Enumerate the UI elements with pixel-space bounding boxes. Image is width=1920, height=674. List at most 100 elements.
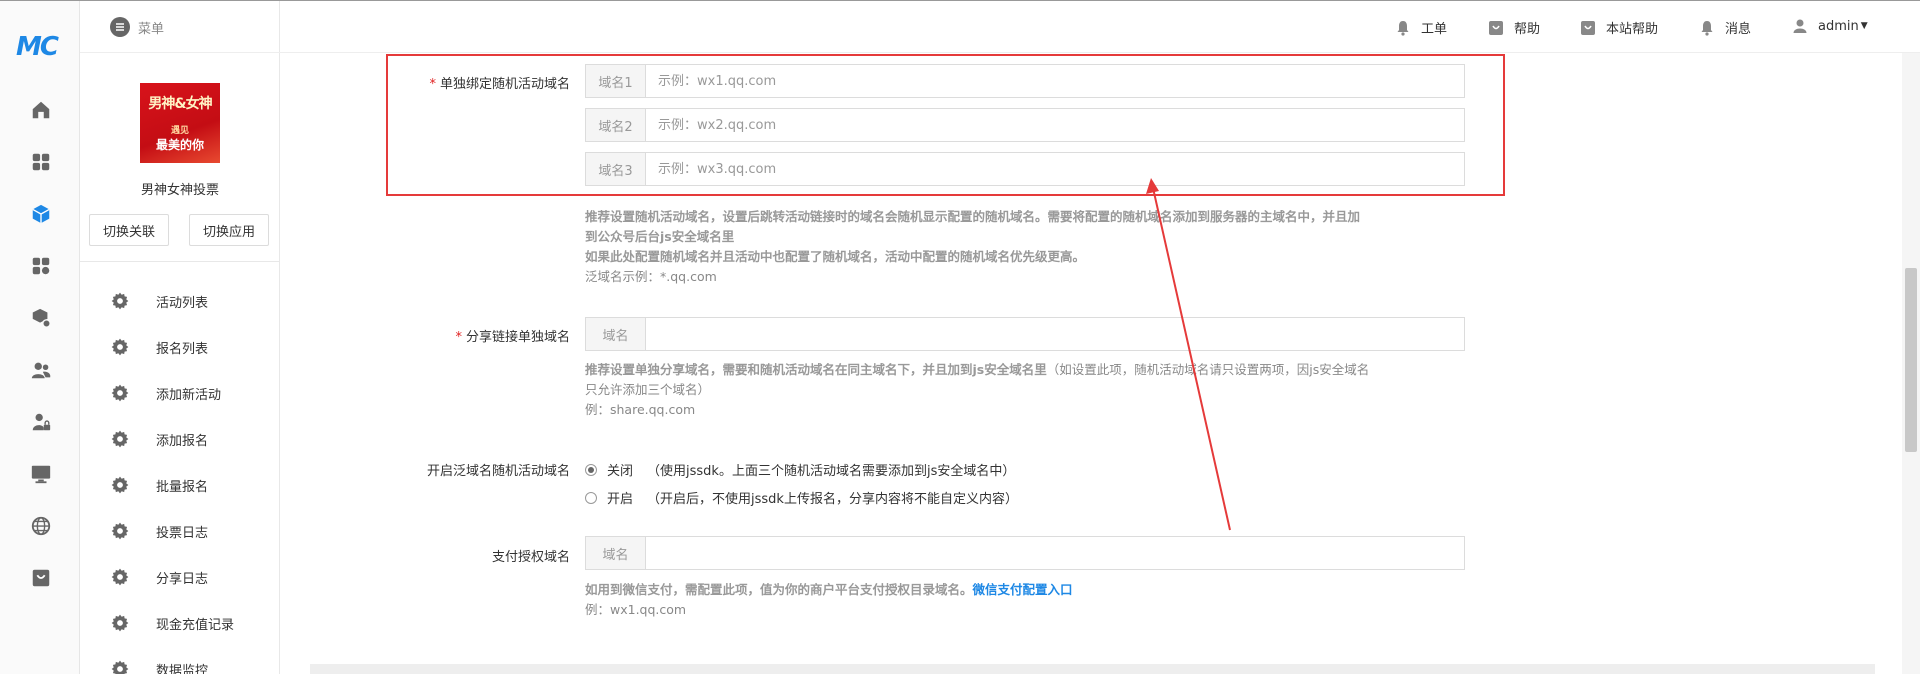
user-menu[interactable]: admin ▼ bbox=[1792, 18, 1868, 34]
gear-icon bbox=[111, 338, 129, 356]
gear-icon bbox=[111, 384, 129, 402]
wildcard-on-label: 开启 bbox=[607, 492, 634, 507]
wildcard-label: 开启泛域名随机活动域名 bbox=[426, 464, 570, 479]
gear-icon bbox=[111, 476, 129, 494]
site-help-bag-icon bbox=[1581, 20, 1595, 35]
sidebar-item-label: 添加新活动 bbox=[156, 387, 222, 403]
messages-link[interactable]: 消息 bbox=[1699, 18, 1751, 37]
switch-app-button[interactable]: 切换应用 bbox=[189, 214, 269, 246]
random-domain-1-input[interactable] bbox=[646, 65, 1464, 97]
wildcard-off-radio[interactable]: 关闭 （使用jssdk。上面三个随机活动域名需要添加到js安全域名中） bbox=[585, 460, 1015, 479]
home-icon[interactable] bbox=[22, 91, 60, 129]
pay-domain-input[interactable] bbox=[646, 537, 1464, 569]
domain-2-addon: 域名2 bbox=[586, 109, 646, 141]
sidebar-item[interactable]: 投票日志 bbox=[110, 513, 280, 549]
sidebar-item[interactable]: 分享日志 bbox=[110, 559, 280, 595]
icon-rail: MC bbox=[0, 1, 80, 674]
menu-list-icon bbox=[110, 17, 130, 37]
thumb-title: 男神&女神 bbox=[148, 96, 212, 112]
app-window: MC 菜单 男神&女神 遇见 最美的你 男神女神投票 切换关联 切换应用 活动列… bbox=[0, 0, 1920, 674]
ticket-link[interactable]: 工单 bbox=[1395, 18, 1447, 37]
monitor-icon[interactable] bbox=[22, 455, 60, 493]
wildcard-on-radio[interactable]: 开启 （开启后，不使用jssdk上传报名，分享内容将不能自定义内容） bbox=[585, 488, 1018, 507]
site-help-label: 本站帮助 bbox=[1606, 22, 1659, 37]
user-icon bbox=[1793, 19, 1807, 33]
domain-1-addon: 域名1 bbox=[586, 65, 646, 97]
pay-domain-addon: 域名 bbox=[586, 537, 646, 569]
random-help-line1: 推荐设置随机活动域名，设置后跳转活动链接时的域名会随机显示配置的随机域名。需要将… bbox=[585, 209, 1361, 224]
wildcard-off-desc: （使用jssdk。上面三个随机活动域名需要添加到js安全域名中） bbox=[647, 464, 1016, 479]
secondary-sidebar: 菜单 男神&女神 遇见 最美的你 男神女神投票 切换关联 切换应用 活动列表 报名… bbox=[80, 1, 280, 674]
wildcard-on-desc: （开启后，不使用jssdk上传报名，分享内容将不能自定义内容） bbox=[647, 492, 1018, 507]
share-help-line3: 例：share.qq.com bbox=[585, 402, 696, 417]
menu-toggle-button[interactable]: 菜单 bbox=[110, 17, 164, 37]
gear-icon bbox=[111, 430, 129, 448]
bell-icon bbox=[1397, 20, 1409, 36]
share-domain-input[interactable] bbox=[646, 318, 1464, 350]
help-bag-icon bbox=[1489, 20, 1503, 35]
modules-icon[interactable] bbox=[22, 247, 60, 285]
app-name: 男神女神投票 bbox=[140, 183, 219, 198]
radio-unchecked-dot bbox=[585, 491, 597, 504]
radio-checked-dot bbox=[585, 463, 597, 476]
thumb-subtitle: 遇见 bbox=[170, 126, 189, 136]
help-link[interactable]: 帮助 bbox=[1488, 18, 1540, 37]
share-domain-label-text: 分享链接单独域名 bbox=[465, 330, 570, 345]
sidebar-item[interactable]: 现金充值记录 bbox=[110, 605, 280, 641]
gear-icon bbox=[111, 292, 129, 310]
user-lock-icon[interactable] bbox=[22, 403, 60, 441]
random-domain-2-input[interactable] bbox=[646, 109, 1464, 141]
share-help-bold: 推荐设置单独分享域名，需要和随机活动域名在同主域名下，并且加到js安全域名里 bbox=[585, 362, 1047, 377]
sidebar-item[interactable]: 报名列表 bbox=[110, 329, 280, 365]
shop-bag-icon[interactable] bbox=[22, 559, 60, 597]
share-domain-group: 域名 bbox=[585, 317, 1465, 351]
switch-related-button[interactable]: 切换关联 bbox=[89, 214, 169, 246]
message-bell-icon bbox=[1701, 20, 1713, 36]
sidebar-item-label: 投票日志 bbox=[156, 525, 209, 541]
caret-down-icon: ▼ bbox=[1860, 21, 1868, 31]
sidebar-item-label: 活动列表 bbox=[156, 295, 209, 311]
wechat-pay-config-link[interactable]: 微信支付配置入口 bbox=[973, 582, 1073, 597]
package-settings-icon[interactable] bbox=[22, 299, 60, 337]
sidebar-item[interactable]: 添加报名 bbox=[110, 421, 280, 457]
help-label: 帮助 bbox=[1514, 22, 1541, 37]
share-domain-help: 推荐设置单独分享域名，需要和随机活动域名在同主域名下，并且加到js安全域名里（如… bbox=[585, 360, 1465, 420]
pay-help-line2: 例：wx1.qq.com bbox=[585, 602, 687, 617]
gear-icon bbox=[111, 522, 129, 540]
brand-logo[interactable]: MC bbox=[16, 32, 59, 62]
pay-domain-help: 如用到微信支付，需配置此项，值为你的商户平台支付授权目录域名。微信支付配置入口 … bbox=[585, 580, 1465, 620]
required-mark: * bbox=[455, 330, 462, 345]
gear-icon bbox=[111, 660, 129, 674]
sidebar-item-label: 分享日志 bbox=[156, 571, 209, 587]
random-help-line4: 泛域名示例：*.qq.com bbox=[585, 269, 717, 284]
sidebar-item[interactable]: 活动列表 bbox=[110, 283, 280, 319]
site-help-link[interactable]: 本站帮助 bbox=[1580, 18, 1658, 37]
messages-label: 消息 bbox=[1725, 22, 1752, 37]
gear-icon bbox=[111, 568, 129, 586]
menu-label: 菜单 bbox=[138, 21, 165, 37]
dashboard-icon[interactable] bbox=[22, 143, 60, 181]
share-domain-addon: 域名 bbox=[586, 318, 646, 350]
sidebar-item-label: 添加报名 bbox=[156, 433, 209, 449]
random-domain-label: * 单独绑定随机活动域名 bbox=[429, 73, 570, 92]
sidebar-item[interactable]: 批量报名 bbox=[110, 467, 280, 503]
random-domain-3-input[interactable] bbox=[646, 153, 1464, 185]
ticket-label: 工单 bbox=[1421, 22, 1448, 37]
domain-3-addon: 域名3 bbox=[586, 153, 646, 185]
random-domain-3-group: 域名3 bbox=[585, 152, 1465, 186]
gear-icon bbox=[111, 614, 129, 632]
sidebar-item[interactable]: 添加新活动 bbox=[110, 375, 280, 411]
random-help-line3: 如果此处配置随机域名并且活动中也配置了随机域名，活动中配置的随机域名优先级更高。 bbox=[585, 249, 1086, 264]
sidebar-header: 菜单 bbox=[80, 1, 280, 53]
top-bar: 工单 帮助 本站帮助 消息 admin ▼ bbox=[280, 1, 1920, 53]
globe-icon[interactable] bbox=[22, 507, 60, 545]
share-help-rest: （如设置此项，随机活动域名请只设置两项，因js安全域名 bbox=[1046, 362, 1370, 377]
scrollbar-thumb[interactable] bbox=[1905, 268, 1917, 452]
random-domain-1-group: 域名1 bbox=[585, 64, 1465, 98]
random-domain-label-text: 单独绑定随机活动域名 bbox=[439, 77, 570, 92]
users-icon[interactable] bbox=[22, 351, 60, 389]
app-cube-icon[interactable] bbox=[22, 195, 60, 233]
pay-help-text: 如用到微信支付，需配置此项，值为你的商户平台支付授权目录域名。 bbox=[585, 582, 973, 597]
sidebar-item[interactable]: 数据监控 bbox=[110, 651, 280, 674]
sidebar-divider bbox=[80, 261, 280, 262]
